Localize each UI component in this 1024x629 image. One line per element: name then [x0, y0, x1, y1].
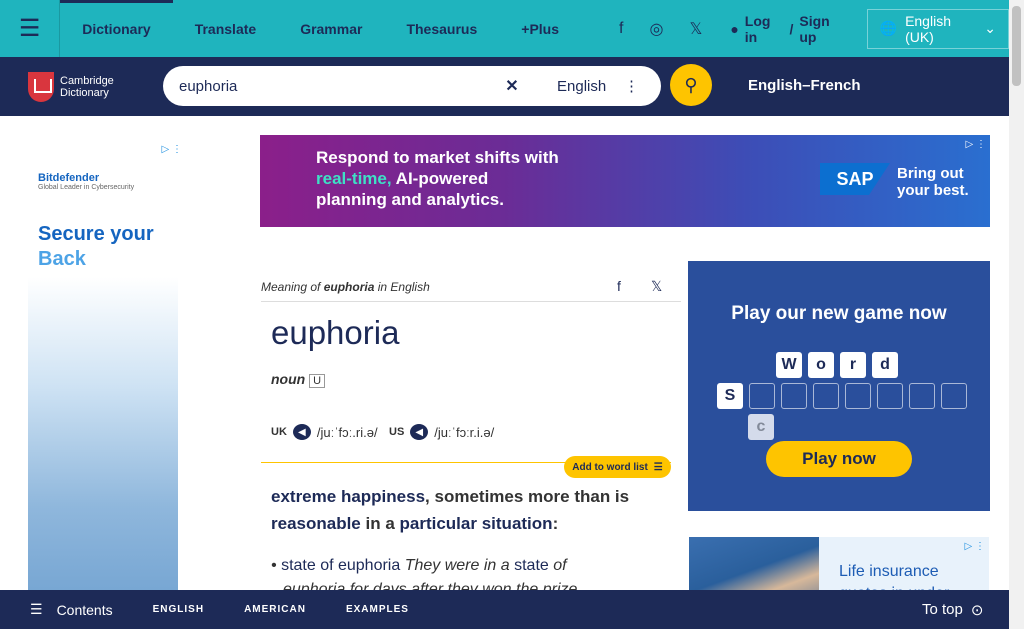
language-selector[interactable]: 🌐 English (UK) ⌄: [866, 8, 1009, 49]
meaning-label: Meaning of euphoria in English: [261, 280, 430, 294]
x-twitter-icon[interactable]: 𝕏: [689, 19, 702, 39]
user-icon: ●: [730, 20, 739, 37]
play-now-button[interactable]: Play now: [766, 441, 912, 477]
login-separator: /: [789, 20, 794, 37]
search-button[interactable]: ⚲: [670, 64, 712, 106]
chevron-down-icon: ⌄: [984, 20, 996, 36]
share-facebook-icon[interactable]: f: [617, 278, 621, 294]
search-input[interactable]: [179, 77, 489, 95]
def-link-happiness[interactable]: happiness: [341, 487, 425, 506]
def-link-particular[interactable]: particular: [400, 514, 477, 533]
banner-ad-text: Respond to market shifts with real-time,…: [316, 148, 559, 209]
cambridge-logo[interactable]: Cambridge Dictionary: [28, 71, 118, 103]
ad-choices-icon[interactable]: ▷ ⋮: [966, 139, 986, 150]
tab-examples[interactable]: EXAMPLES: [346, 604, 409, 615]
ad-background: [28, 140, 178, 629]
list-icon: ☰: [653, 461, 663, 473]
more-options-icon: ⋮: [624, 78, 639, 95]
divider: [261, 301, 681, 302]
example-link-state[interactable]: state: [514, 557, 549, 574]
sap-logo: SAP: [820, 163, 890, 195]
nav-grammar[interactable]: Grammar: [278, 0, 384, 57]
ad-choices-icon[interactable]: ▷ ⋮: [162, 144, 182, 155]
social-icons: f ◎ 𝕏: [619, 19, 702, 39]
grammar-code-icon[interactable]: U: [309, 374, 326, 388]
add-to-word-list-button[interactable]: Add to word list ☰: [564, 456, 671, 478]
search-box: ✕ English ⋮: [163, 66, 661, 106]
nav-dictionary[interactable]: Dictionary: [60, 0, 172, 57]
ad-headline: Secure your Back: [38, 223, 154, 270]
headword: euphoria: [271, 314, 400, 351]
language-label: English (UK): [905, 12, 951, 45]
def-link-extreme[interactable]: extreme: [271, 487, 336, 506]
word-game-ad[interactable]: Play our new game now W o r d S c Play n…: [688, 261, 990, 511]
globe-icon: 🌐: [879, 20, 898, 36]
search-icon: ⚲: [684, 74, 698, 95]
ad-choices-icon[interactable]: ▷ ⋮: [965, 541, 985, 552]
uk-pronunciation: UK ◀ /juːˈfɔː.ri.ə/: [271, 424, 378, 440]
instagram-icon[interactable]: ◎: [649, 19, 663, 39]
signup-link[interactable]: Sign up: [799, 13, 846, 45]
game-ad-headline: Play our new game now: [731, 303, 947, 324]
logo-text: Cambridge Dictionary: [60, 75, 114, 99]
us-pronunciation: US ◀ /juːˈfɔːr.i.ə/: [389, 424, 495, 440]
def-link-reasonable[interactable]: reasonable: [271, 514, 361, 533]
uk-audio-speaker-icon[interactable]: ◀: [292, 424, 311, 440]
hamburger-menu-icon[interactable]: ☰: [0, 0, 61, 57]
search-bar-area: Cambridge Dictionary ✕ English ⋮ ⚲ Engli…: [0, 57, 1009, 116]
definition: extreme happiness, sometimes more than i…: [271, 487, 630, 533]
left-advertisement[interactable]: ▷ ⋮ Bitdefender Global Leader in Cybersec…: [24, 140, 186, 629]
def-link-situation[interactable]: situation: [482, 514, 553, 533]
page-scrollbar[interactable]: [1009, 0, 1024, 629]
account-links: ● Log in / Sign up: [730, 13, 846, 45]
clear-search-icon[interactable]: ✕: [499, 74, 525, 98]
language-pair-link[interactable]: English–French: [748, 77, 861, 94]
top-bar: ☰ Dictionary Translate Grammar Thesaurus…: [0, 0, 1009, 57]
share-x-icon[interactable]: 𝕏: [651, 278, 662, 295]
bottom-bar: ☰ Contents ENGLISH AMERICAN EXAMPLES To …: [0, 590, 1009, 629]
game-extra-tile: c: [748, 414, 774, 440]
arrow-up-icon: ⊙: [970, 601, 984, 619]
tab-english[interactable]: ENGLISH: [153, 604, 204, 615]
scrollbar-thumb[interactable]: [1012, 6, 1021, 86]
example-phrase-link[interactable]: state of euphoria: [281, 557, 400, 574]
login-link[interactable]: Log in: [745, 13, 784, 45]
contents-button[interactable]: ☰ Contents: [30, 601, 113, 618]
game-word-tiles: W o r d: [776, 352, 898, 378]
nav-plus[interactable]: +Plus: [499, 0, 581, 57]
ad-brand: Bitdefender Global Leader in Cybersecurit…: [38, 172, 135, 191]
tab-american[interactable]: AMERICAN: [244, 604, 306, 615]
us-audio-speaker-icon[interactable]: ◀: [410, 424, 429, 440]
part-of-speech: noun U: [271, 371, 326, 388]
nav-translate[interactable]: Translate: [173, 0, 278, 57]
sap-tagline: Bring out your best.: [897, 165, 969, 199]
to-top-button[interactable]: To top ⊙: [922, 590, 983, 629]
dictionary-select-label: English: [557, 77, 607, 95]
dictionary-select[interactable]: English ⋮: [553, 73, 643, 99]
cambridge-shield-icon: [28, 72, 54, 102]
top-banner-ad[interactable]: ▷ ⋮ Respond to market shifts with real-t…: [260, 135, 990, 227]
list-icon: ☰: [30, 601, 43, 617]
game-answer-tiles: S: [717, 383, 967, 409]
facebook-icon[interactable]: f: [619, 20, 623, 38]
nav-thesaurus[interactable]: Thesaurus: [384, 0, 499, 57]
